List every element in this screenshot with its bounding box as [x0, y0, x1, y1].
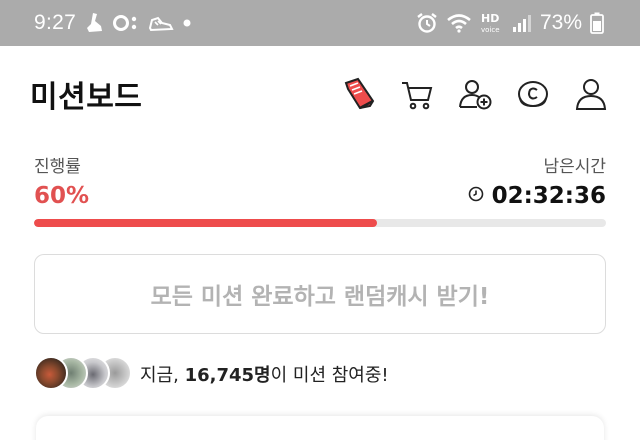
progress-bar: [34, 219, 606, 227]
record-icon: [112, 14, 140, 32]
battery-percent: 73%: [539, 11, 582, 34]
coin-c-icon[interactable]: [514, 75, 552, 113]
status-bar: 9:27 HD voice 73%: [0, 0, 640, 46]
claim-random-cash-button[interactable]: 모든 미션 완료하고 랜덤캐시 받기!: [34, 254, 606, 334]
participants-suffix: 이 미션 참여중!: [270, 365, 389, 386]
cart-icon[interactable]: [398, 75, 436, 113]
app-header: 미션보드: [0, 46, 640, 142]
shoe-icon: [84, 12, 104, 34]
progress-info: 진행률 60%: [34, 152, 89, 209]
dot-icon: [182, 18, 192, 28]
status-bar-right: HD voice 73%: [416, 11, 604, 35]
participants-prefix: 지금,: [140, 365, 179, 386]
page-title: 미션보드: [30, 80, 143, 115]
red-sneaker-icon[interactable]: [340, 75, 378, 113]
clock: 9:27: [34, 11, 77, 34]
timer: 02:32:36: [468, 183, 606, 209]
participants-count: 16,745명: [184, 365, 271, 386]
progress-percent: 60%: [34, 183, 90, 209]
mission-card[interactable]: [36, 416, 604, 440]
wifi-icon: [446, 13, 472, 33]
remaining-time-value: 02:32:36: [491, 183, 606, 209]
profile-icon[interactable]: [572, 75, 610, 113]
participants-text: 지금, 16,745명이 미션 참여중!: [140, 361, 389, 387]
remaining-time-info: 남은시간 02:32:36: [468, 152, 606, 209]
alarm-icon: [416, 12, 438, 34]
progress-label: 진행률: [34, 157, 81, 177]
participants-row: 지금, 16,745명이 미션 참여중!: [34, 356, 389, 392]
avatar: [34, 356, 68, 390]
avatar-stack: [34, 356, 134, 392]
progress-bar-fill: [34, 219, 378, 227]
remaining-time-label: 남은시간: [543, 157, 606, 177]
clock-icon: [468, 186, 484, 206]
header-actions: [340, 75, 610, 113]
svg-text:voice: voice: [481, 26, 500, 34]
hd-voice-icon: HD voice: [480, 12, 504, 34]
signal-icon: [512, 13, 532, 33]
battery-icon: [590, 12, 604, 34]
svg-text:HD: HD: [481, 12, 499, 25]
status-bar-left: 9:27: [34, 11, 192, 35]
add-user-icon[interactable]: [456, 75, 494, 113]
sneaker-icon: [148, 14, 174, 32]
